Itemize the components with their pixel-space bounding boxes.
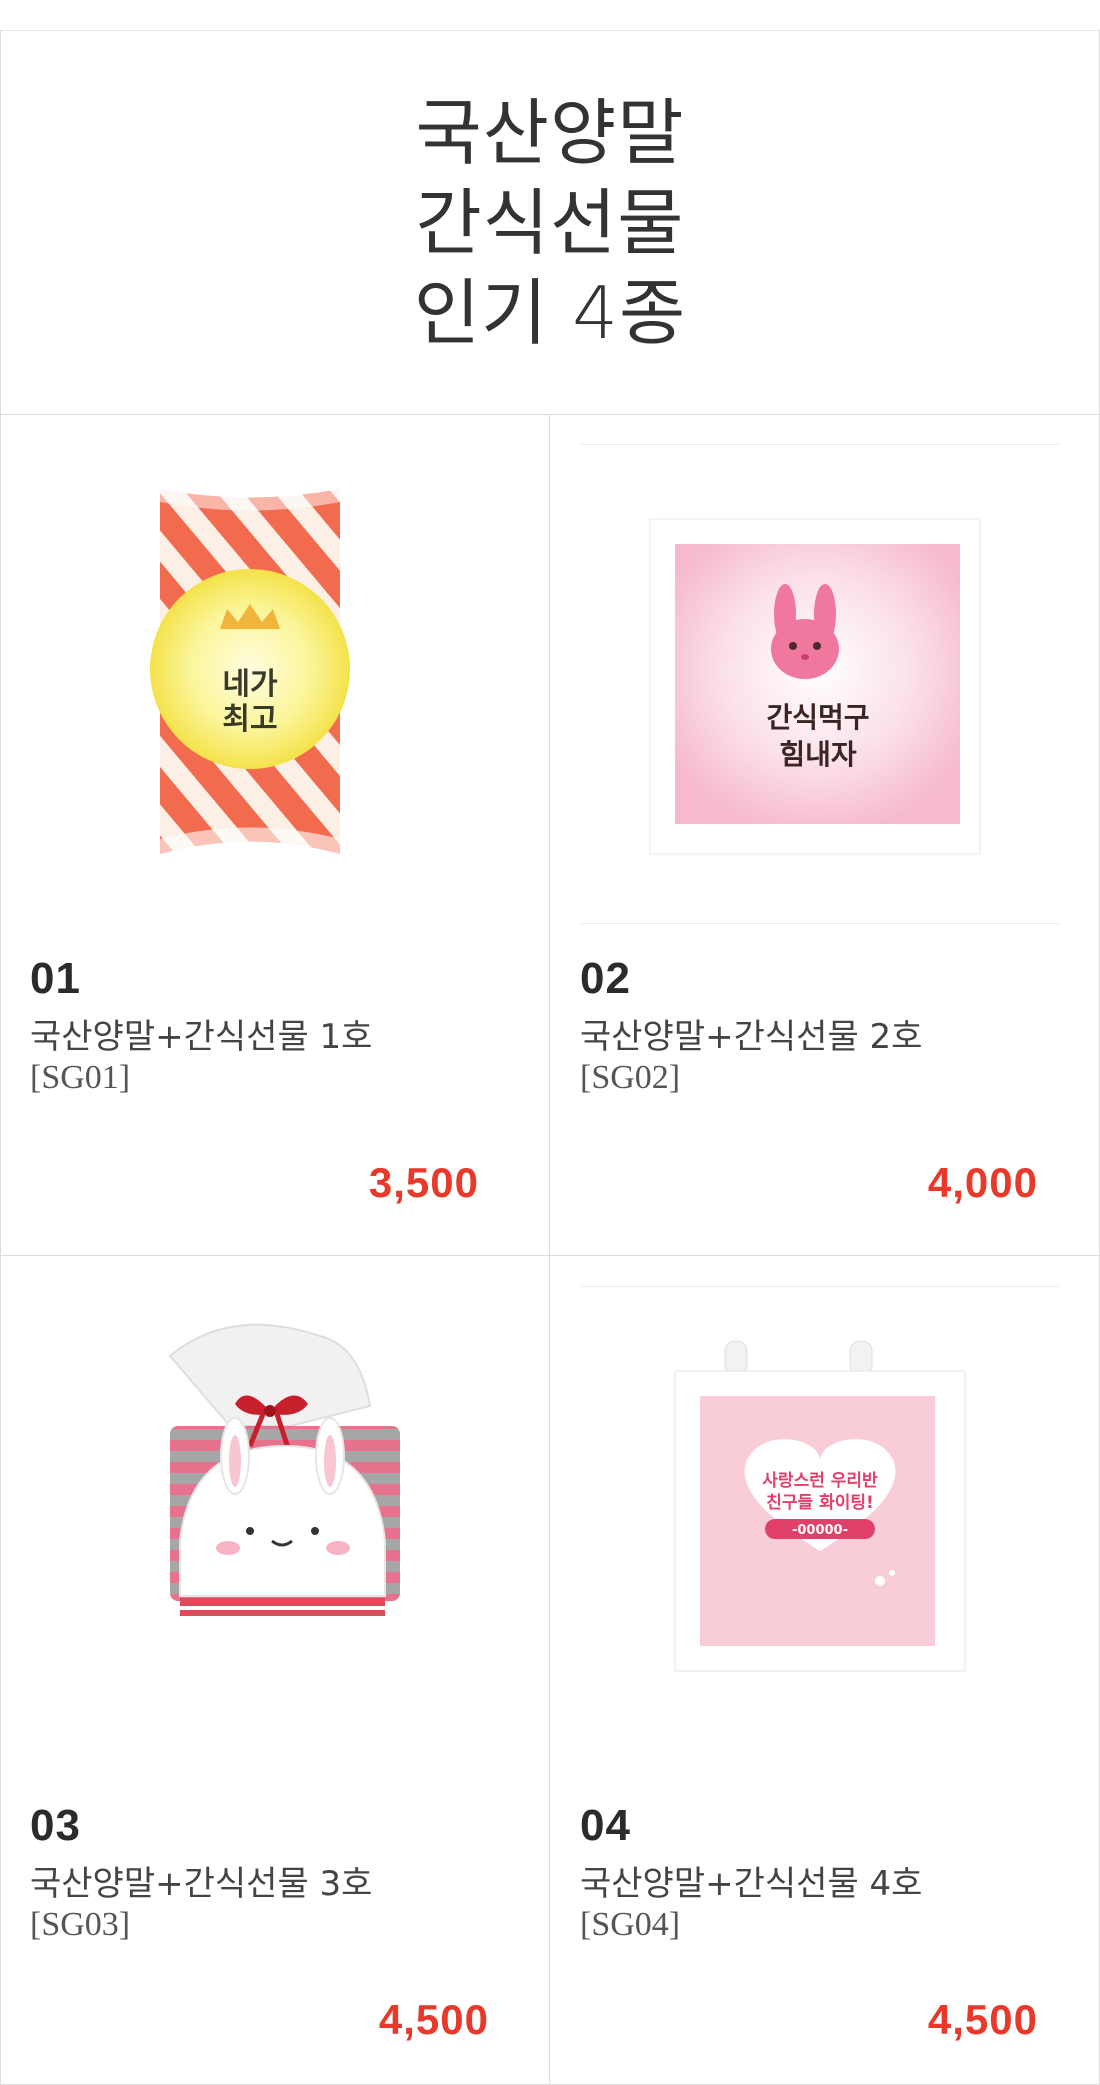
product-price: 4,000 — [927, 1159, 1038, 1206]
product-price: 4,500 — [927, 1996, 1038, 2043]
product-name[interactable]: 국산양말+간식선물 1호 — [30, 1009, 372, 1058]
hero-banner: 국산양말 간식선물 인기 4종 — [0, 31, 1100, 415]
image-label-1-line-2: 최고 — [222, 702, 277, 737]
product-number: 01 — [30, 954, 81, 1003]
top-bar — [0, 0, 1100, 31]
image-label-4-line-1: 사랑스런 우리반 — [762, 1471, 878, 1491]
image-label-2-line-2: 힘내자 — [779, 738, 857, 771]
product-code: [SG03] — [30, 1906, 131, 1943]
image-label-4-line-2: 친구들 화이팅! — [766, 1493, 874, 1513]
product-image-3[interactable] — [30, 1286, 510, 1766]
page-title: 국산양말 간식선물 인기 4종 — [414, 88, 686, 358]
product-card-1[interactable]: 네가 최고 01 국산양말+간식선물 1호 [SG01] 3,500 — [0, 414, 550, 1256]
product-card-2[interactable]: 간식먹구 힘내자 02 국산양말+간식선물 2호 [SG02] 4,000 — [550, 414, 1100, 1256]
product-name[interactable]: 국산양말+간식선물 4호 — [580, 1856, 922, 1905]
product-image-1[interactable]: 네가 최고 — [30, 444, 510, 924]
product-card-4[interactable]: 사랑스런 우리반 친구들 화이팅! -00000- 04 국산양말+간식선물 4… — [550, 1256, 1100, 2083]
title-line-3: 인기 4종 — [413, 270, 687, 355]
product-image-4[interactable]: 사랑스런 우리반 친구들 화이팅! -00000- — [580, 1285, 1060, 1766]
title-line-1: 국산양말 — [415, 90, 685, 175]
product-image-2[interactable]: 간식먹구 힘내자 — [580, 443, 1060, 925]
product-card-3[interactable]: 03 국산양말+간식선물 3호 [SG03] 4,500 — [0, 1256, 550, 2083]
product-grid: 네가 최고 01 국산양말+간식선물 1호 [SG01] 3,500 간식먹구 … — [0, 414, 1100, 2085]
image-label-1-line-1: 네가 — [222, 667, 278, 702]
product-number: 04 — [580, 1801, 631, 1850]
image-label-2-line-1: 간식먹구 — [766, 701, 869, 734]
product-number: 03 — [30, 1801, 81, 1850]
image-label-4-line-3: -00000- — [792, 1523, 848, 1538]
product-price: 4,500 — [378, 1996, 489, 2043]
product-code: [SG04] — [580, 1906, 681, 1943]
title-line-2: 간식선물 — [415, 180, 685, 265]
product-name[interactable]: 국산양말+간식선물 2호 — [580, 1009, 922, 1058]
product-price: 3,500 — [368, 1159, 479, 1206]
product-code: [SG02] — [580, 1059, 681, 1096]
product-name[interactable]: 국산양말+간식선물 3호 — [30, 1856, 372, 1905]
product-code: [SG01] — [30, 1059, 131, 1096]
product-number: 02 — [580, 954, 631, 1003]
